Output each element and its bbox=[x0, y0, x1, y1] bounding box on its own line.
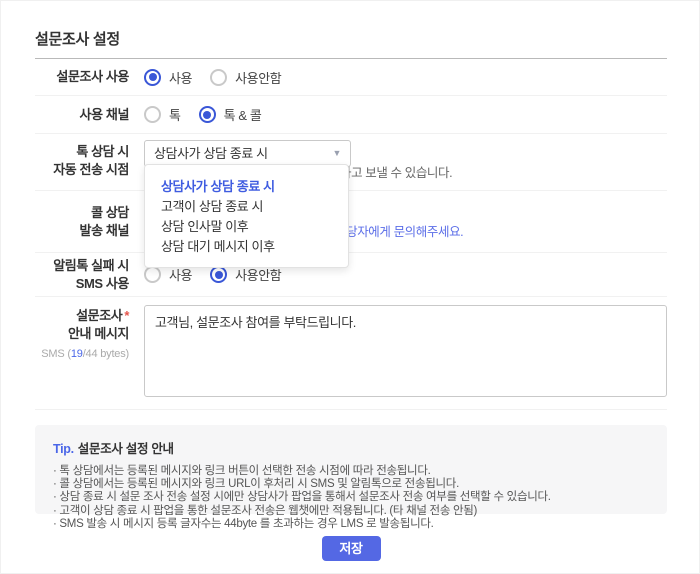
radio-selected-icon[interactable] bbox=[198, 106, 216, 123]
radio-label: 사용 bbox=[169, 70, 193, 86]
channel-option-talk-call[interactable]: 톡 & 콜 bbox=[198, 105, 262, 124]
call-channel-label: 콜 상담 발송 채널 bbox=[79, 204, 130, 238]
dropdown-option[interactable]: 상담 인사말 이후 bbox=[145, 217, 348, 237]
survey-message-label: 설문조사 * 안내 메시지 SMS (19/44 bytes) bbox=[35, 297, 129, 363]
dropdown-option[interactable]: 상담 대기 메시지 이후 bbox=[145, 237, 348, 257]
channel-label: 사용 채널 bbox=[79, 106, 130, 122]
tip-item: · 콜 상담에서는 등록된 메시지와 링크 URL이 후처리 시 SMS 및 알… bbox=[53, 478, 459, 491]
tip-item: · 톡 상담에서는 등록된 메시지와 링크 버튼이 선택한 전송 시점에 따라 … bbox=[53, 465, 431, 477]
row-survey-message: 설문조사 * 안내 메시지 SMS (19/44 bytes) 고객님, 설문조사… bbox=[35, 297, 667, 410]
row-channel: 사용 채널 톡 톡 & 콜 bbox=[35, 96, 667, 134]
tip-label: Tip. bbox=[53, 442, 74, 456]
survey-use-radio-group: 사용 사용안함 bbox=[144, 68, 667, 87]
radio-unselected-icon[interactable] bbox=[210, 68, 228, 86]
row-survey-use: 설문조사 사용 사용 사용안함 bbox=[35, 59, 667, 96]
send-time-select-value: 상담사가 상담 종료 시 bbox=[154, 146, 268, 161]
tip-item: · SMS 발송 시 메시지 등록 글자수는 44byte 를 초과하는 경우 … bbox=[53, 517, 434, 530]
send-time-select[interactable]: 상담사가 상담 종료 시 ▼ bbox=[144, 140, 351, 167]
radio-selected-icon[interactable] bbox=[144, 68, 161, 86]
survey-message-input[interactable]: 고객님, 설문조사 참여를 부탁드립니다. bbox=[144, 305, 667, 397]
tip-box: Tip. 설문조사 설정 안내 · 톡 상담에서는 등록된 메시지와 링크 버튼이… bbox=[35, 425, 667, 530]
radio-selected-icon[interactable] bbox=[210, 266, 228, 283]
contact-manager-link[interactable]: 담당자에게 문의해주세요. bbox=[335, 221, 464, 240]
byte-current: 19 bbox=[70, 348, 83, 360]
survey-use-option-off[interactable]: 사용안함 bbox=[210, 68, 282, 87]
page-header: 설문조사 설정 bbox=[35, 1, 667, 59]
save-button[interactable]: 저장 bbox=[321, 536, 381, 561]
channel-option-talk[interactable]: 톡 bbox=[144, 105, 181, 124]
tip-item: · 고객이 상담 종료 시 팝업을 통한 설문조사 전송은 웹챗에만 적용됩니다… bbox=[53, 504, 478, 517]
tip-heading: Tip. 설문조사 설정 안내 bbox=[53, 438, 649, 457]
radio-label: 톡 & 콜 bbox=[223, 108, 262, 123]
channel-radio-group: 톡 톡 & 콜 bbox=[144, 105, 667, 124]
send-time-dropdown-menu: 상담사가 상담 종료 시 고객이 상담 종료 시 상담 인사말 이후 상담 대기… bbox=[144, 164, 349, 268]
talk-send-time-label: 톡 상담 시 자동 전송 시점 bbox=[53, 144, 129, 177]
radio-unselected-icon[interactable] bbox=[144, 266, 161, 283]
tip-item: · 상담 종료 시 설문 조사 전송 설정 시에만 상담사가 팝업을 통해서 설… bbox=[53, 491, 551, 504]
dropdown-option[interactable]: 고객이 상담 종료 시 bbox=[145, 197, 348, 217]
send-time-hint-fragment: 하고 보낼 수 있습니다. bbox=[340, 166, 453, 180]
byte-counter: SMS (19/44 bytes) bbox=[41, 348, 129, 360]
chevron-down-icon: ▼ bbox=[332, 148, 341, 158]
survey-settings-page: 설문조사 설정 설문조사 사용 사용 사용안함 사용 채널 톡 톡 & 콜 톡 … bbox=[0, 0, 700, 574]
survey-use-option-on[interactable]: 사용 bbox=[144, 68, 193, 87]
required-mark: * bbox=[124, 308, 129, 323]
dropdown-option[interactable]: 상담사가 상담 종료 시 bbox=[145, 177, 348, 197]
survey-use-label: 설문조사 사용 bbox=[56, 69, 129, 84]
sms-fallback-label: 알림톡 실패 시 SMS 사용 bbox=[53, 257, 129, 291]
row-sms-fallback: 알림톡 실패 시 SMS 사용 사용 사용안함 bbox=[35, 253, 667, 297]
tip-title: 설문조사 설정 안내 bbox=[77, 442, 174, 456]
page-title: 설문조사 설정 bbox=[35, 31, 120, 48]
radio-label: 톡 bbox=[169, 108, 181, 123]
radio-label: 사용안함 bbox=[235, 70, 282, 86]
save-area: 저장 bbox=[35, 536, 667, 561]
radio-unselected-icon[interactable] bbox=[144, 106, 161, 123]
